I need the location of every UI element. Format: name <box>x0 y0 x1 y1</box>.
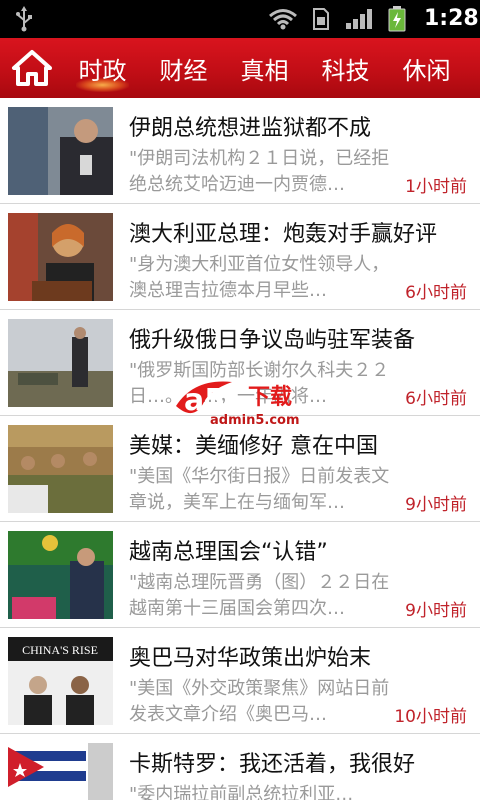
tab-label: 科技 <box>321 56 370 85</box>
category-tabs: 时政 财经 真相 科技 休闲 <box>62 38 467 98</box>
usb-icon <box>16 6 32 32</box>
tab-truth[interactable]: 真相 <box>224 38 305 98</box>
category-nav-bar: 时政 财经 真相 科技 休闲 <box>0 38 480 98</box>
news-time: 9小时前 <box>405 495 467 515</box>
news-title: 俄升级俄日争议岛屿驻军装备 <box>129 328 416 353</box>
tab-label: 休闲 <box>402 56 451 85</box>
wifi-icon <box>269 9 297 30</box>
tab-label: 真相 <box>240 56 289 85</box>
news-list: 伊朗总统想进监狱都不成 "伊朗司法机构２１日说，已经拒绝总统艾哈迈迪一内贾德… … <box>0 98 480 800</box>
tab-finance[interactable]: 财经 <box>143 38 224 98</box>
news-item[interactable]: 澳大利亚总理：炮轰对手赢好评 "身为澳大利亚首位女性领导人，澳总理吉拉德本月早些… <box>0 204 480 310</box>
news-thumbnail <box>8 107 113 195</box>
news-thumbnail <box>8 531 113 619</box>
news-thumbnail: CHINA'S RISE <box>8 637 113 725</box>
tab-leisure[interactable]: 休闲 <box>386 38 467 98</box>
news-item[interactable]: CHINA'S RISE 奥巴马对华政策出炉始末 "美国《外交政策聚焦》网站日前… <box>0 628 480 734</box>
tab-technology[interactable]: 科技 <box>305 38 386 98</box>
news-summary: "委内瑞拉前副总统拉利亚… <box>129 784 354 800</box>
news-thumbnail <box>8 213 113 301</box>
sim-icon <box>313 8 329 30</box>
news-time: 1小时前 <box>405 177 467 197</box>
thumbnail-book-title: CHINA'S RISE <box>22 643 98 657</box>
home-icon <box>12 50 52 86</box>
news-summary: "伊朗司法机构２１日说，已经拒绝总统艾哈迈迪一内贾德… <box>129 148 390 195</box>
signal-icon <box>346 9 372 29</box>
news-time: 6小时前 <box>405 389 467 409</box>
watermark-site: admin5.com <box>210 413 300 428</box>
news-title: 奥巴马对华政策出炉始末 <box>129 646 372 671</box>
status-bar: 1:28 <box>0 0 480 38</box>
home-button[interactable] <box>8 46 56 90</box>
tab-politics[interactable]: 时政 <box>62 38 143 98</box>
news-summary: "身为澳大利亚首位女性领导人，澳总理吉拉德本月早些… <box>129 254 390 301</box>
news-summary: "美国《外交政策聚焦》网站日前发表文章介绍《奥巴马… <box>129 678 390 725</box>
news-thumbnail <box>8 319 113 407</box>
news-item[interactable]: 伊朗总统想进监狱都不成 "伊朗司法机构２１日说，已经拒绝总统艾哈迈迪一内贾德… … <box>0 98 480 204</box>
news-thumbnail <box>8 743 113 800</box>
news-time: 6小时前 <box>405 283 467 303</box>
news-thumbnail <box>8 425 113 513</box>
news-time: 9小时前 <box>405 601 467 621</box>
news-item[interactable]: 卡斯特罗：我还活着，我很好 "委内瑞拉前副总统拉利亚… <box>0 734 480 800</box>
news-title: 美媒：美缅修好 意在中国 <box>129 434 378 459</box>
news-title: 伊朗总统想进监狱都不成 <box>129 116 372 141</box>
tab-label: 时政 <box>78 56 127 85</box>
news-title: 越南总理国会“认错” <box>129 540 328 565</box>
news-title: 澳大利亚总理：炮轰对手赢好评 <box>129 222 438 247</box>
status-clock: 1:28 <box>424 6 479 31</box>
battery-charging-icon <box>388 6 406 32</box>
news-summary: "越南总理阮晋勇（图）２２日在越南第十三届国会第四次… <box>129 572 390 619</box>
watermark-logo: a5 下载 admin5.com <box>170 372 320 432</box>
tab-label: 财经 <box>159 56 208 85</box>
news-time: 10小时前 <box>394 707 467 727</box>
news-item[interactable]: 越南总理国会“认错” "越南总理阮晋勇（图）２２日在越南第十三届国会第四次… 9… <box>0 522 480 628</box>
watermark-label: 下载 <box>248 384 292 410</box>
news-summary: "美国《华尔街日报》日前发表文章说，美军上在与缅甸军… <box>129 466 390 513</box>
news-title: 卡斯特罗：我还活着，我很好 <box>129 752 416 777</box>
